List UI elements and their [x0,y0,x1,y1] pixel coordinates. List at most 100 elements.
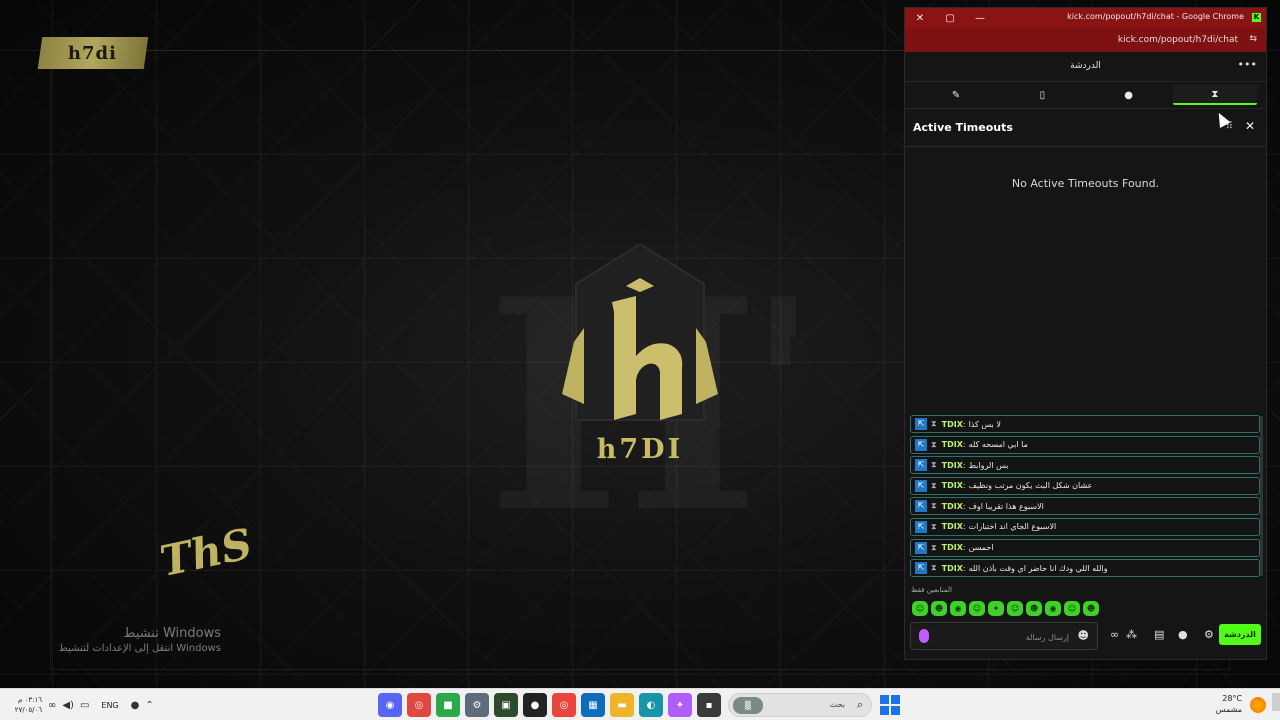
emote-icon[interactable]: ◉ [1045,601,1061,616]
send-chat-button[interactable]: الدردشة [1219,624,1261,645]
users-icon[interactable]: ⁂ [1126,628,1137,641]
emote-icon[interactable]: ☺ [969,601,985,616]
emote-icon[interactable]: ◉ [950,601,966,616]
chat-username[interactable]: TDIX [942,461,963,470]
chat-message[interactable]: ⇱ ⧗ TDIX: الاسبوع الجاي اند اختبارات [910,517,1260,536]
timeout-icon[interactable]: ⧗ [931,440,937,450]
chat-message[interactable]: ⇱ ⧗ TDIX: بس الروابط [910,456,1260,475]
emote-icon[interactable]: ☻ [931,601,947,616]
chat-message-input[interactable] [935,628,1069,646]
separator: : [962,563,966,573]
timeout-icon[interactable]: ⧗ [931,522,937,532]
timeout-icon[interactable]: ⧗ [931,543,937,553]
chrome-profile-icon[interactable]: ◎ [407,693,431,717]
copilot-icon[interactable]: ✦ [668,693,692,717]
store-icon[interactable]: ▦ [581,693,605,717]
chat-header: الدردشة ••• [905,52,1266,82]
chat-username[interactable]: TDIX [942,543,963,552]
mic-tray-icon[interactable]: ● [131,700,140,711]
taskbar-apps: ◉ ◎ ■ ⚙ ▣ ● ◎ ▦ ▬ ◐ ✦ ▪ [378,693,721,717]
chat-message[interactable]: ⇱ ⧗ TDIX: ما ابي امسحه كله [910,435,1260,454]
show-desktop-button[interactable] [1272,693,1280,711]
emote-icon[interactable]: ☺ [1064,601,1080,616]
timeout-icon[interactable]: ⧗ [931,501,937,511]
chrome-icon[interactable]: ◎ [552,693,576,717]
start-button[interactable] [880,695,900,715]
chat-message-text: والله اللي ودك انا حاضر اي وقت بأذن الله [968,563,1108,573]
emote-icon[interactable]: ☻ [1026,601,1042,616]
chat-message[interactable]: ⇱ ⧗ TDIX: عشان شكل البث يكون مرتب ونظيف [910,476,1260,495]
chat-username[interactable]: TDIX [942,481,963,490]
weather-temp: 28°C [1222,694,1242,703]
chat-username[interactable]: TDIX [942,564,963,573]
chat-message-text: ما ابي امسحه كله [968,440,1028,450]
weather-widget[interactable]: 28°C مشمس [1216,693,1242,715]
emote-icon[interactable]: ☻ [1083,601,1099,616]
timeout-icon[interactable]: ⧗ [931,419,937,429]
timeout-icon[interactable]: ⧗ [931,460,937,470]
brand-tag: h7di [37,37,149,69]
chat-message[interactable]: ⇱ ⧗ TDIX: والله اللي ودك انا حاضر اي وقت بأ… [910,559,1260,578]
taskbar-clock[interactable]: ٠٣:١٦ م ٢٧/٠٥/٠٦ [8,695,42,715]
emoji-icon[interactable]: ☻ [1078,629,1089,642]
volume-icon[interactable]: ◀) [62,700,74,711]
chat-message-text: الاسبوع هذا تقريبا اوف [968,501,1044,511]
chat-message[interactable]: ⇱ ⧗ TDIX: احمسن [910,538,1260,557]
badge-icon: ⇱ [915,562,927,575]
delete-tool-button[interactable]: ▯ [1000,85,1084,105]
pin-tool-button[interactable]: ✎ [914,85,998,105]
chat-username[interactable]: TDIX [942,420,963,429]
infinity-icon[interactable]: ∞ [1110,628,1119,641]
minimize-icon[interactable]: — [965,8,995,28]
chat-title: الدردشة [1070,61,1101,71]
chat-username[interactable]: TDIX [942,502,963,511]
chat-message[interactable]: ⇱ ⧗ TDIX: لا بس كذا [910,415,1260,433]
emote-icon[interactable]: ✦ [988,601,1004,616]
url-text[interactable]: kick.com/popout/h7di/chat [1118,35,1238,45]
close-icon[interactable]: ✕ [905,8,935,28]
language-indicator[interactable]: ENG [101,701,118,710]
folder-icon[interactable]: ▬ [610,693,634,717]
taskbar-search[interactable]: ▒ بحث ⌕ [728,693,872,717]
chat-username[interactable]: TDIX [942,440,963,449]
settings-icon[interactable]: ⚙ [465,693,489,717]
emote-icon[interactable]: ☺ [1007,601,1023,616]
app-icon[interactable]: ■ [436,693,460,717]
chat-message-text: احمسن [968,543,994,553]
link-icon[interactable]: ∞ [48,700,56,711]
network-icon[interactable]: ▭ [80,700,89,711]
timeouts-tool-button[interactable]: ⧗ [1172,85,1257,105]
h7di-logo [562,244,718,421]
edge-icon[interactable]: ◐ [639,693,663,717]
window-titlebar[interactable]: ✕ ▢ — kick.com/popout/h7di/chat - Google… [905,8,1266,28]
emote-icon[interactable]: ☺ [912,601,928,616]
start-tile [891,695,900,704]
chat-scrollbar[interactable] [1260,416,1263,576]
badge-icon: ⇱ [915,418,927,430]
discord-icon[interactable]: ◉ [378,693,402,717]
chat-username[interactable]: TDIX [942,522,963,531]
timeout-icon[interactable]: ⧗ [931,563,937,573]
obs-icon[interactable]: ● [523,693,547,717]
separator: : [962,522,966,532]
address-bar[interactable]: kick.com/popout/h7di/chat ⇆ [905,28,1266,52]
close-panel-icon[interactable]: ✕ [1245,119,1255,133]
site-settings-icon[interactable]: ⇆ [1249,34,1257,44]
more-icon[interactable]: ••• [1238,58,1257,71]
settings-gear-icon[interactable]: ⚙ [1204,628,1214,641]
comment-tool-button[interactable]: ● [1087,85,1171,105]
notes-icon[interactable]: ▪ [697,693,721,717]
store-icon[interactable]: ▤ [1154,628,1164,641]
timeout-icon[interactable]: ⧗ [931,481,937,491]
terminal-icon[interactable]: ▣ [494,693,518,717]
mic-icon[interactable] [919,629,929,643]
logo-wordmark: h7DI [596,434,684,465]
chat-bubble-small-icon[interactable]: ● [1178,628,1188,641]
chevron-up-icon[interactable]: ⌃ [145,700,153,711]
timeouts-panel-header: Active Timeouts ⠿ ✕ [905,109,1266,147]
hourglass-icon: ⧗ [1211,88,1219,100]
chat-message[interactable]: ⇱ ⧗ TDIX: الاسبوع هذا تقريبا اوف [910,497,1260,516]
weather-desc: مشمس [1215,705,1242,714]
chat-input-box[interactable]: ☻ [910,622,1098,650]
maximize-icon[interactable]: ▢ [935,8,965,28]
